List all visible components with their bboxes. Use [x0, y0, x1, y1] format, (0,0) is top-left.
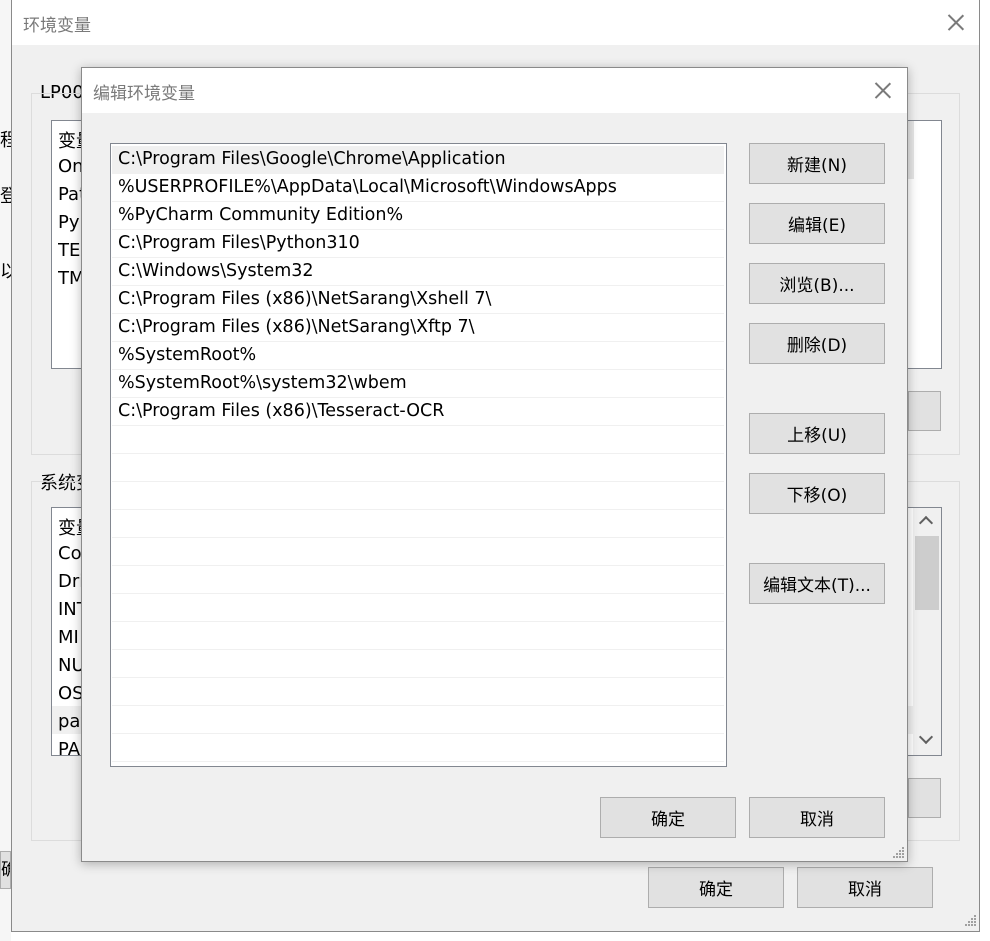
- path-list-item[interactable]: C:\Program Files (x86)\NetSarang\Xshell …: [112, 286, 724, 314]
- list-item[interactable]: OS: [58, 683, 84, 704]
- empty-list-row[interactable]: [112, 734, 724, 762]
- left-edge-fragment: 登: [0, 186, 11, 207]
- path-list-item[interactable]: C:\Windows\System32: [112, 258, 724, 286]
- title-bar: 环境变量: [12, 0, 979, 45]
- empty-list-row[interactable]: [112, 426, 724, 454]
- empty-list-row[interactable]: [112, 510, 724, 538]
- cancel-button[interactable]: 取消: [797, 867, 933, 908]
- dialog-cancel-button[interactable]: 取消: [749, 797, 885, 838]
- scroll-thumb[interactable]: [915, 536, 939, 610]
- header-strip-edge: [908, 121, 914, 179]
- path-list[interactable]: C:\Program Files\Google\Chrome\Applicati…: [110, 143, 727, 767]
- delete-button[interactable]: 删除(D): [749, 323, 885, 364]
- ok-button[interactable]: 确定: [648, 867, 784, 908]
- left-edge-fragment: 程: [0, 130, 11, 151]
- edit-environment-variable-dialog: 编辑环境变量 C:\Program Files\Google\Chrome\Ap…: [81, 67, 908, 862]
- empty-list-row[interactable]: [112, 454, 724, 482]
- path-list-item[interactable]: %SystemRoot%\system32\wbem: [112, 370, 724, 398]
- list-item[interactable]: MI: [58, 627, 79, 648]
- edit-button[interactable]: 编辑(E): [749, 203, 885, 244]
- browse-button[interactable]: 浏览(B)...: [749, 263, 885, 304]
- empty-list-row[interactable]: [112, 678, 724, 706]
- empty-list-row[interactable]: [112, 538, 724, 566]
- system-delete-button-edge[interactable]: [908, 778, 941, 818]
- empty-list-row[interactable]: [112, 482, 724, 510]
- path-list-item[interactable]: %SystemRoot%: [112, 342, 724, 370]
- scroll-up-icon[interactable]: [918, 515, 934, 531]
- path-list-item[interactable]: C:\Program Files (x86)\Tesseract-OCR: [112, 398, 724, 426]
- path-list-item[interactable]: C:\Program Files\Python310: [112, 230, 724, 258]
- list-item[interactable]: PA: [58, 739, 80, 755]
- close-icon[interactable]: [946, 12, 966, 32]
- left-edge-button-fragment: 确: [0, 851, 11, 889]
- path-list-item[interactable]: %USERPROFILE%\AppData\Local\Microsoft\Wi…: [112, 174, 724, 202]
- list-item[interactable]: Py: [58, 212, 80, 233]
- path-list-item[interactable]: C:\Program Files (x86)\NetSarang\Xftp 7\: [112, 314, 724, 342]
- dialog-resize-grip-icon[interactable]: [893, 847, 905, 859]
- list-item[interactable]: Co: [58, 543, 82, 564]
- scroll-down-icon[interactable]: [918, 729, 934, 745]
- path-list-item[interactable]: %PyCharm Community Edition%: [112, 202, 724, 230]
- path-list-item[interactable]: C:\Program Files\Google\Chrome\Applicati…: [112, 146, 724, 174]
- dialog-ok-button[interactable]: 确定: [600, 797, 736, 838]
- resize-grip-icon[interactable]: [965, 915, 977, 927]
- list-item[interactable]: On: [58, 156, 84, 177]
- empty-list-row[interactable]: [112, 706, 724, 734]
- window-title: 环境变量: [23, 16, 91, 36]
- edit-text-button[interactable]: 编辑文本(T)...: [749, 563, 885, 604]
- empty-list-row[interactable]: [112, 566, 724, 594]
- dialog-title: 编辑环境变量: [93, 84, 195, 104]
- empty-list-row[interactable]: [112, 594, 724, 622]
- move-up-button[interactable]: 上移(U): [749, 413, 885, 454]
- user-delete-button-edge[interactable]: [908, 391, 941, 431]
- empty-list-row[interactable]: [112, 622, 724, 650]
- dialog-close-icon[interactable]: [873, 80, 893, 100]
- left-edge-fragment: 以: [0, 261, 11, 282]
- dialog-title-bar: 编辑环境变量: [82, 68, 907, 113]
- new-button[interactable]: 新建(N): [749, 143, 885, 184]
- empty-list-row[interactable]: [112, 650, 724, 678]
- move-down-button[interactable]: 下移(O): [749, 473, 885, 514]
- system-list-scrollbar[interactable]: [913, 508, 941, 755]
